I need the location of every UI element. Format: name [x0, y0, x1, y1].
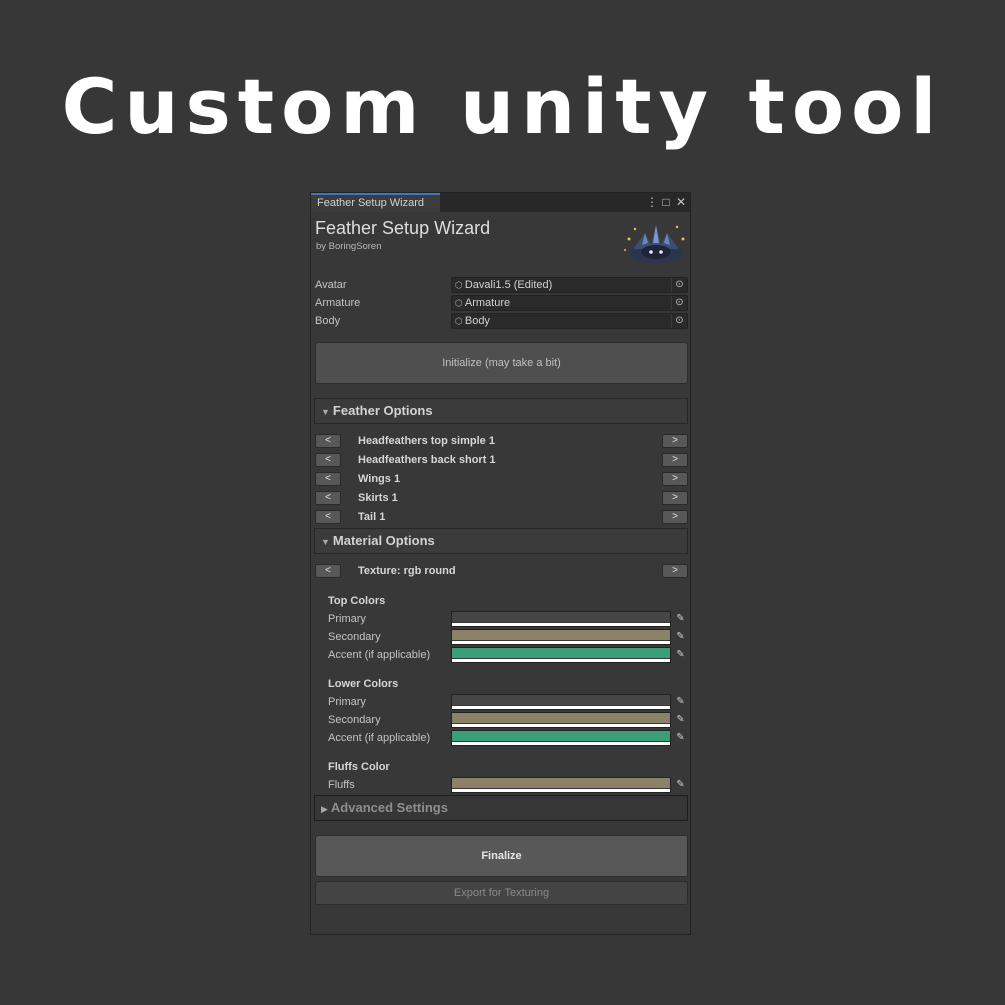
next-button-headfeathers-top[interactable]: >	[662, 434, 688, 448]
menu-icon[interactable]: ⋮	[646, 194, 658, 210]
initialize-button[interactable]: Initialize (may take a bit)	[315, 342, 688, 384]
lower-primary-label: Primary	[328, 696, 366, 708]
eyedropper-icon[interactable]: ✎	[673, 629, 688, 645]
export-for-texturing-button[interactable]: Export for Texturing	[315, 881, 688, 905]
headline: Custom unity tool	[61, 62, 944, 151]
option-headfeathers-back: Headfeathers back short 1	[358, 454, 496, 466]
fluffs-color-heading: Fluffs Color	[328, 761, 390, 773]
mascot-logo	[624, 225, 685, 263]
cube-icon: ⬡	[455, 316, 463, 326]
lower-primary-swatch	[452, 695, 670, 705]
lower-secondary-color-field[interactable]	[451, 712, 671, 728]
cube-icon: ⬡	[455, 298, 463, 308]
eyedropper-icon[interactable]: ✎	[673, 611, 688, 627]
next-button-tail[interactable]: >	[662, 510, 688, 524]
top-colors-heading: Top Colors	[328, 595, 386, 607]
finalize-button[interactable]: Finalize	[315, 835, 688, 877]
armature-label: Armature	[315, 297, 361, 309]
option-skirts: Skirts 1	[358, 492, 398, 504]
object-picker-icon[interactable]: ⊙	[671, 296, 687, 310]
next-button-texture[interactable]: >	[662, 564, 688, 578]
prev-button-skirts[interactable]: <	[315, 491, 341, 505]
lower-accent-label: Accent (if applicable)	[328, 732, 431, 744]
top-accent-swatch	[452, 648, 670, 658]
top-accent-label: Accent (if applicable)	[328, 649, 431, 661]
foldout-collapsed-icon: ▶	[321, 804, 328, 814]
tab-feather-setup-wizard[interactable]: Feather Setup Wizard	[311, 193, 440, 212]
lower-accent-swatch	[452, 731, 670, 741]
prev-button-wings[interactable]: <	[315, 472, 341, 486]
feather-options-foldout[interactable]: ▼ Feather Options	[314, 398, 688, 424]
window-title: Feather Setup Wizard	[315, 218, 491, 238]
fluffs-swatch	[452, 778, 670, 788]
top-secondary-color-field[interactable]	[451, 629, 671, 645]
top-secondary-swatch	[452, 630, 670, 640]
cube-icon: ⬡	[455, 280, 463, 290]
body-label: Body	[315, 315, 341, 327]
eyedropper-icon[interactable]: ✎	[673, 712, 688, 728]
fluffs-label: Fluffs	[328, 779, 355, 791]
avatar-field[interactable]: ⬡ Davali1.5 (Edited) ⊙	[451, 277, 688, 293]
prev-button-tail[interactable]: <	[315, 510, 341, 524]
feather-setup-window: Feather Setup Wizard ⋮ □ ✕ Feather Setup…	[310, 192, 691, 935]
top-primary-swatch	[452, 612, 670, 622]
foldout-expanded-icon: ▼	[321, 537, 330, 547]
option-headfeathers-top: Headfeathers top simple 1	[358, 435, 495, 447]
lower-secondary-label: Secondary	[328, 714, 381, 726]
option-wings: Wings 1	[358, 473, 401, 485]
prev-button-headfeathers-back[interactable]: <	[315, 453, 341, 467]
close-icon[interactable]: ✕	[676, 194, 686, 210]
top-secondary-label: Secondary	[328, 631, 381, 643]
tab-bar: Feather Setup Wizard ⋮ □ ✕	[311, 193, 690, 212]
maximize-icon[interactable]: □	[661, 194, 671, 210]
window-subtitle: by BoringSoren	[316, 241, 382, 252]
option-tail: Tail 1	[358, 511, 386, 523]
top-primary-label: Primary	[328, 613, 366, 625]
lower-primary-color-field[interactable]	[451, 694, 671, 710]
prev-button-texture[interactable]: <	[315, 564, 341, 578]
next-button-headfeathers-back[interactable]: >	[662, 453, 688, 467]
object-picker-icon[interactable]: ⊙	[671, 278, 687, 292]
advanced-settings-foldout[interactable]: ▶ Advanced Settings	[314, 795, 688, 821]
prev-button-headfeathers-top[interactable]: <	[315, 434, 341, 448]
lower-accent-color-field[interactable]	[451, 730, 671, 746]
armature-field[interactable]: ⬡ Armature ⊙	[451, 295, 688, 311]
lower-secondary-swatch	[452, 713, 670, 723]
lower-colors-heading: Lower Colors	[328, 678, 399, 690]
top-accent-color-field[interactable]	[451, 647, 671, 663]
material-options-foldout[interactable]: ▼ Material Options	[314, 528, 688, 554]
body-field[interactable]: ⬡ Body ⊙	[451, 313, 688, 329]
next-button-wings[interactable]: >	[662, 472, 688, 486]
eyedropper-icon[interactable]: ✎	[673, 777, 688, 793]
top-primary-color-field[interactable]	[451, 611, 671, 627]
eyedropper-icon[interactable]: ✎	[673, 647, 688, 663]
eyedropper-icon[interactable]: ✎	[673, 694, 688, 710]
next-button-skirts[interactable]: >	[662, 491, 688, 505]
option-texture: Texture: rgb round	[358, 565, 456, 577]
foldout-expanded-icon: ▼	[321, 407, 330, 417]
avatar-label: Avatar	[315, 279, 347, 291]
fluffs-color-field[interactable]	[451, 777, 671, 793]
object-picker-icon[interactable]: ⊙	[671, 314, 687, 328]
eyedropper-icon[interactable]: ✎	[673, 730, 688, 746]
